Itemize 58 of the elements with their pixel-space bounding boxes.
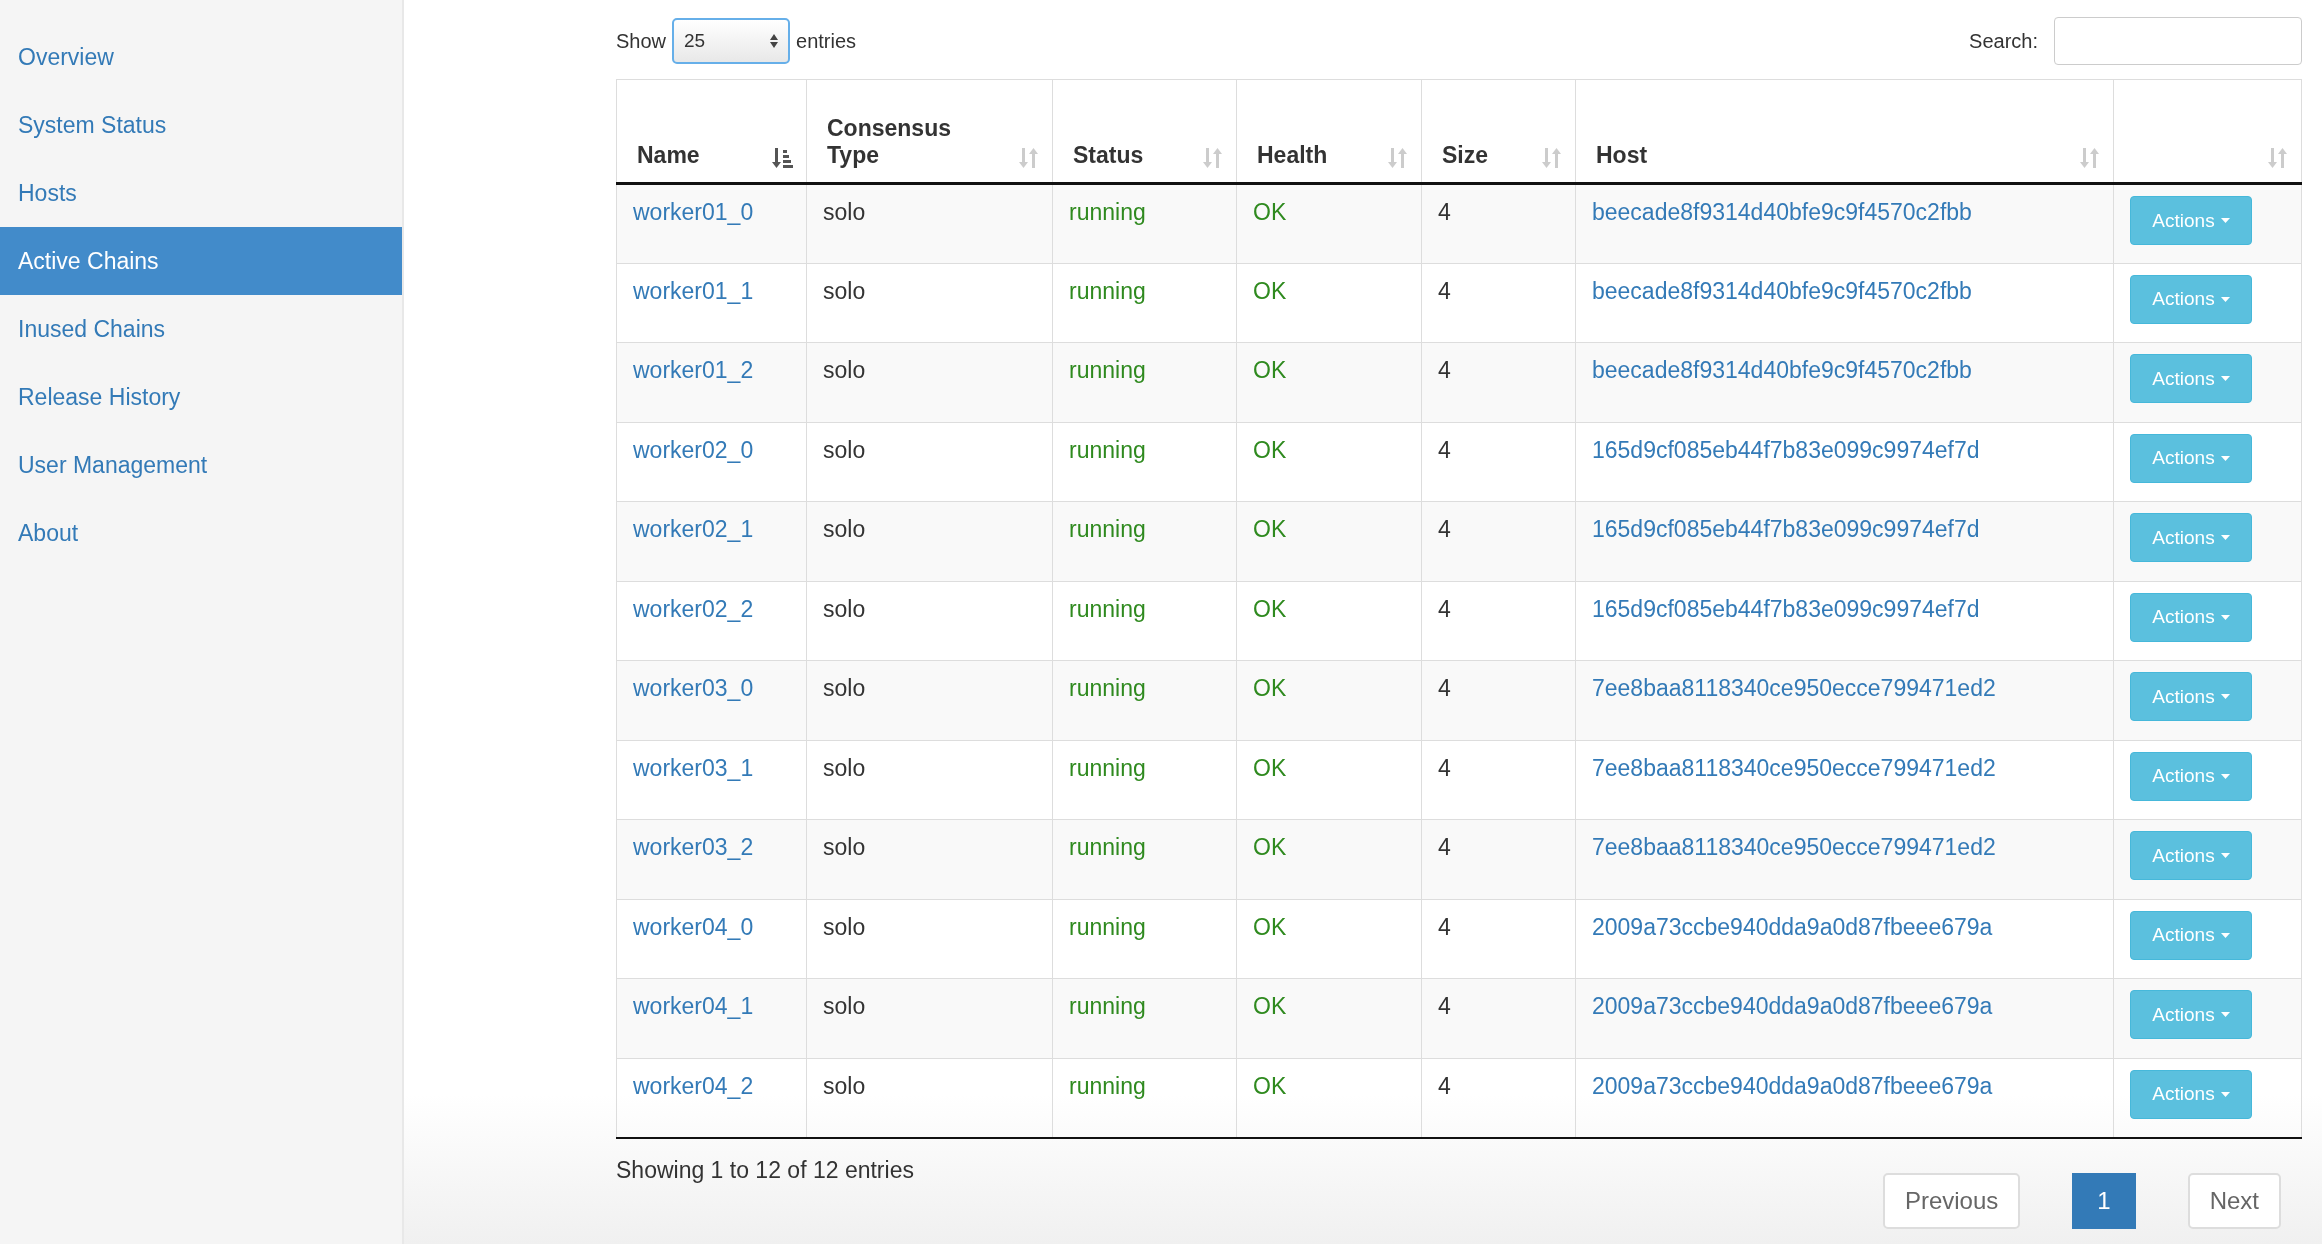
sidebar-item[interactable]: Release History [0, 363, 402, 431]
updown-arrows-icon [770, 34, 779, 48]
caret-icon [2220, 1012, 2230, 1017]
sidebar-item[interactable]: About [0, 499, 402, 567]
entries-info: Showing 1 to 12 of 12 entries [616, 1156, 914, 1184]
size-cell: 4 [1421, 1058, 1576, 1138]
caret-icon [2220, 455, 2230, 461]
consensus-type-cell: solo [806, 1058, 1053, 1138]
caret-icon [2220, 773, 2230, 779]
health-cell: OK [1236, 978, 1422, 1058]
consensus-type-cell: solo [806, 978, 1053, 1058]
status-cell: running [1052, 660, 1237, 740]
health-cell: OK [1236, 342, 1422, 422]
consensus-type-cell: solo [806, 342, 1053, 422]
consensus-type-cell: solo [806, 501, 1053, 581]
size-cell: 4 [1421, 183, 1576, 263]
size-cell: 4 [1421, 819, 1576, 899]
size-cell: 4 [1421, 660, 1576, 740]
health-cell: OK [1236, 183, 1422, 263]
caret-icon [2220, 218, 2230, 223]
search-label: Search: [1969, 29, 2038, 53]
status-cell: running [1052, 978, 1237, 1058]
status-cell: running [1052, 1058, 1237, 1138]
size-cell: 4 [1421, 978, 1576, 1058]
caret-icon [2220, 932, 2230, 938]
status-cell: running [1052, 819, 1237, 899]
caret-icon [2220, 376, 2230, 381]
caret-icon [2220, 614, 2230, 620]
caret-icon [2220, 694, 2230, 699]
size-cell: 4 [1421, 501, 1576, 581]
sidebar-item[interactable]: User Management [0, 431, 402, 499]
consensus-type-cell: solo [806, 660, 1053, 740]
sidebar-item[interactable]: Active Chains [0, 227, 402, 295]
status-cell: running [1052, 183, 1237, 263]
pagination-button[interactable]: Next [2187, 1172, 2281, 1229]
consensus-type-cell: solo [806, 183, 1053, 263]
search-field[interactable] [2054, 17, 2302, 65]
health-cell: OK [1236, 501, 1422, 581]
caret-icon [2220, 1091, 2230, 1097]
health-cell: OK [1236, 1058, 1422, 1138]
entries-label: entries [796, 29, 857, 53]
sidebar-item[interactable]: System Status [0, 91, 402, 159]
status-cell: running [1052, 342, 1237, 422]
caret-icon [2220, 535, 2230, 540]
caret-icon [2220, 853, 2230, 858]
consensus-type-cell: solo [806, 819, 1053, 899]
show-label: Show [616, 29, 667, 53]
health-cell: OK [1236, 660, 1422, 740]
size-cell: 4 [1421, 342, 1576, 422]
sidebar-item[interactable]: Overview [0, 23, 402, 91]
page-length-select[interactable]: 25 [672, 18, 791, 64]
status-cell: running [1052, 501, 1237, 581]
health-cell: OK [1236, 819, 1422, 899]
pagination-button[interactable]: Previous [1882, 1172, 2021, 1229]
caret-icon [2220, 296, 2230, 302]
sidebar-item[interactable]: Hosts [0, 159, 402, 227]
page-number-button[interactable]: 1 [2072, 1172, 2136, 1229]
sidebar-item[interactable]: Inused Chains [0, 295, 402, 363]
